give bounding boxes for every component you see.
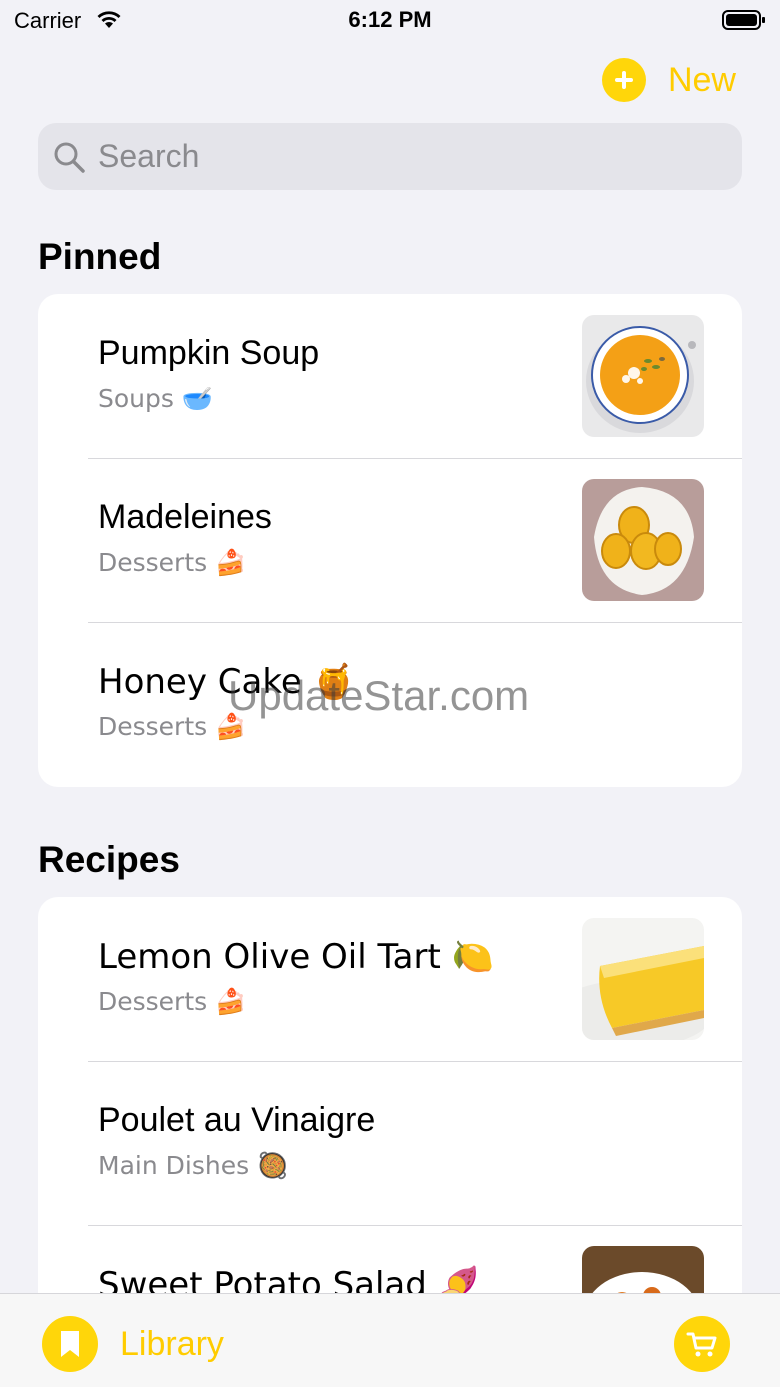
lemon-tart-photo <box>582 918 704 1040</box>
status-bar: Carrier 6:12 PM <box>0 0 780 40</box>
pumpkin-soup-photo <box>582 315 704 437</box>
plus-icon <box>601 58 646 102</box>
battery-icon <box>722 9 766 36</box>
tab-library[interactable]: Library <box>42 1316 224 1372</box>
recipe-category: Main Dishes 🥘 <box>98 1151 289 1180</box>
list-item-madeleines[interactable]: Madeleines Desserts 🍰 <box>38 458 742 622</box>
clock-time: 6:12 PM <box>348 7 432 32</box>
recipe-title: Pumpkin Soup <box>98 334 320 372</box>
list-item-honey-cake[interactable]: Honey Cake 🍯 Desserts 🍰 <box>38 622 742 786</box>
recipe-category: Desserts 🍰 <box>98 712 247 741</box>
list-item-pumpkin-soup[interactable]: Pumpkin Soup Soups 🥣 <box>38 294 742 458</box>
recipe-title: Madeleines <box>98 498 272 536</box>
madeleines-photo <box>582 479 704 601</box>
recipe-title: Honey Cake 🍯 <box>98 662 355 702</box>
recipe-category: Desserts 🍰 <box>98 987 247 1016</box>
tab-bar: Library <box>0 1293 780 1387</box>
pinned-section-title: Pinned <box>38 236 162 277</box>
pinned-list: Pumpkin Soup Soups 🥣 Madeleines Desserts… <box>38 294 742 787</box>
recipe-category: Desserts 🍰 <box>98 548 247 577</box>
new-button-label: New <box>667 60 736 99</box>
recipe-title: Poulet au Vinaigre <box>98 1101 376 1139</box>
new-recipe-button[interactable]: New <box>601 58 736 102</box>
tab-library-label: Library <box>120 1324 224 1363</box>
recipe-category: Soups 🥣 <box>98 384 213 413</box>
list-item-poulet-au-vinaigre[interactable]: Poulet au Vinaigre Main Dishes 🥘 <box>38 1061 742 1225</box>
recipes-section-title: Recipes <box>38 839 180 880</box>
recipe-title: Lemon Olive Oil Tart 🍋 <box>98 937 494 977</box>
search-icon <box>52 140 86 174</box>
search-bar[interactable] <box>38 123 742 190</box>
tab-shopping-cart[interactable] <box>674 1316 730 1372</box>
search-input[interactable] <box>98 138 698 175</box>
list-item-lemon-olive-oil-tart[interactable]: Lemon Olive Oil Tart 🍋 Desserts 🍰 <box>38 897 742 1061</box>
recipes-screen: Carrier 6:12 PM New Search Pinned Pumpki… <box>0 0 780 1387</box>
cart-icon <box>674 1316 730 1372</box>
bookmark-icon <box>42 1316 98 1372</box>
